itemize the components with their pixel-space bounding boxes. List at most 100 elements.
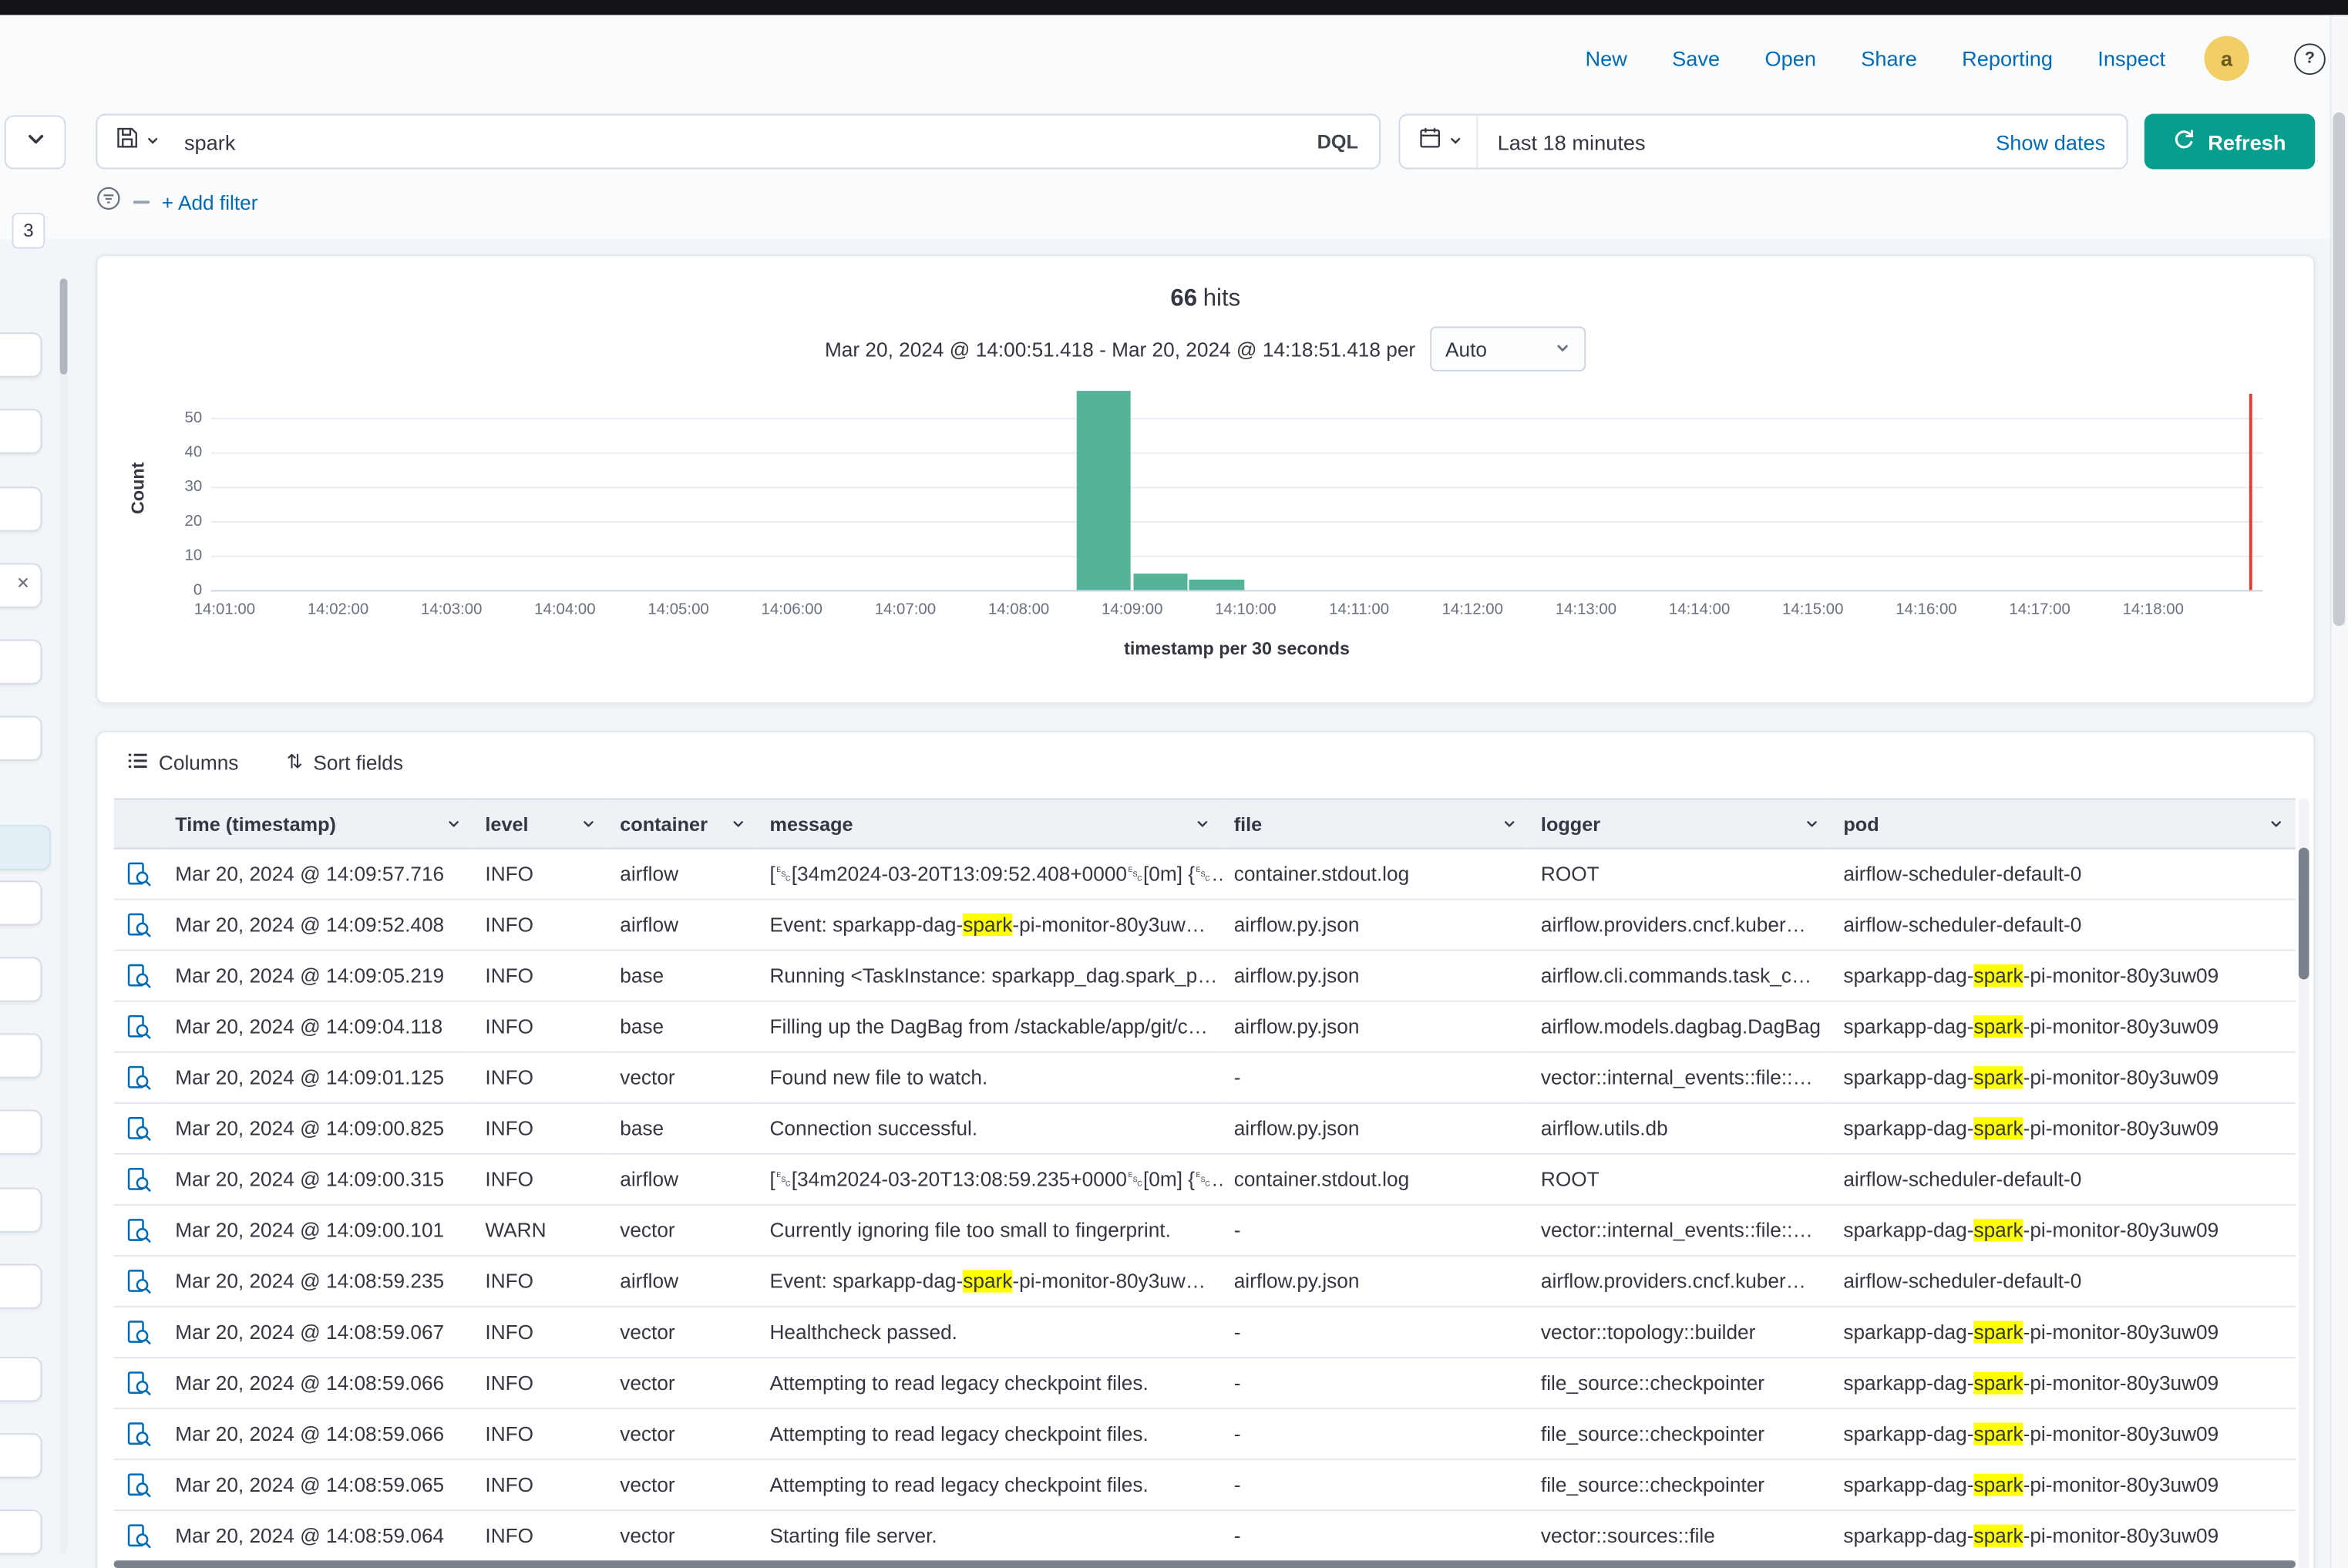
table-row: Mar 20, 2024 @ 14:08:59.066INFOvectorAtt… — [114, 1408, 2296, 1459]
cell-file: - — [1222, 1459, 1529, 1510]
cell-container: vector — [608, 1358, 758, 1408]
sort-fields-button[interactable]: ⇅ Sort fields — [287, 752, 403, 774]
cell-message: Attempting to read legacy checkpoint fil… — [758, 1459, 1222, 1510]
nav-link-share[interactable]: Share — [1861, 46, 1917, 70]
quick-select-time-button[interactable] — [1400, 116, 1478, 168]
sidebar-scrollbar-thumb[interactable] — [60, 278, 68, 374]
table-horizontal-scrollbar[interactable] — [114, 1560, 2296, 1568]
expand-document-icon[interactable] — [126, 861, 151, 887]
cell-time: Mar 20, 2024 @ 14:08:59.065 — [163, 1459, 473, 1510]
filter-icon[interactable] — [96, 186, 121, 219]
expand-document-icon[interactable] — [126, 1014, 151, 1039]
expand-document-icon[interactable] — [126, 1472, 151, 1498]
filter-bar: + Add filter — [96, 186, 257, 219]
x-axis-tick-label: 14:08:00 — [959, 601, 1078, 618]
field-item[interactable]: ✕ — [0, 563, 42, 607]
column-header-file[interactable]: file — [1222, 799, 1529, 848]
query-bar: DQL — [96, 114, 1381, 170]
column-header-message[interactable]: message — [758, 799, 1222, 848]
help-icon[interactable]: ? — [2294, 42, 2326, 74]
nav-link-save[interactable]: Save — [1672, 46, 1720, 70]
field-item[interactable] — [0, 1033, 42, 1078]
field-item-selected[interactable] — [0, 825, 51, 870]
search-input[interactable] — [172, 119, 1296, 163]
cell-logger: ROOT — [1529, 849, 1831, 900]
cell-container: airflow — [608, 849, 758, 900]
expand-document-icon[interactable] — [126, 963, 151, 988]
nav-link-reporting[interactable]: Reporting — [1962, 46, 2053, 70]
column-header-level[interactable]: level — [473, 799, 608, 848]
cell-level: INFO — [473, 1459, 608, 1510]
cell-container: base — [608, 951, 758, 1001]
save-query-icon — [116, 126, 140, 157]
chevron-down-icon — [145, 128, 160, 155]
y-gridline — [211, 453, 2262, 454]
user-avatar[interactable]: a — [2205, 36, 2249, 81]
cell-time: Mar 20, 2024 @ 14:08:59.235 — [163, 1256, 473, 1307]
cell-pod: sparkapp-dag-spark-pi-monitor-80y3uw09 — [1832, 1307, 2296, 1358]
time-range-value[interactable]: Last 18 minutes — [1478, 130, 1975, 153]
field-item[interactable] — [0, 1188, 42, 1233]
expand-document-icon[interactable] — [126, 1166, 151, 1192]
saved-query-menu-button[interactable] — [97, 126, 172, 157]
expand-document-icon[interactable] — [126, 1217, 151, 1243]
field-item[interactable] — [0, 1433, 42, 1478]
filter-divider — [133, 200, 150, 204]
histogram-bar[interactable] — [1189, 580, 1244, 590]
sort-arrows-icon: ⇅ — [287, 752, 303, 774]
cell-logger: airflow.providers.cncf.kuber… — [1529, 1256, 1831, 1307]
query-language-button[interactable]: DQL — [1296, 130, 1379, 153]
field-item[interactable] — [0, 716, 42, 761]
field-item[interactable] — [0, 1110, 42, 1155]
expand-document-icon[interactable] — [126, 1115, 151, 1141]
x-axis-tick-label: 14:03:00 — [392, 601, 511, 618]
expand-document-icon[interactable] — [126, 1065, 151, 1090]
expand-document-icon[interactable] — [126, 1523, 151, 1549]
cell-level: INFO — [473, 951, 608, 1001]
remove-field-icon[interactable]: ✕ — [16, 577, 30, 593]
expand-document-icon[interactable] — [126, 1320, 151, 1345]
expand-document-icon[interactable] — [126, 1422, 151, 1447]
nav-link-open[interactable]: Open — [1764, 46, 1816, 70]
cell-control — [114, 1459, 163, 1510]
expand-document-icon[interactable] — [126, 1268, 151, 1294]
cell-control — [114, 900, 163, 951]
field-item[interactable] — [0, 486, 42, 531]
refresh-button[interactable]: Refresh — [2144, 114, 2315, 170]
x-axis-tick-label: 14:16:00 — [1866, 601, 1986, 618]
field-item[interactable] — [0, 880, 42, 925]
cell-logger: vector::sources::file — [1529, 1510, 1831, 1561]
columns-button[interactable]: Columns — [127, 750, 238, 776]
field-item[interactable] — [0, 1264, 42, 1309]
field-item[interactable] — [0, 1357, 42, 1401]
interval-select[interactable]: Auto — [1431, 327, 1586, 372]
sidebar-collapse-toggle[interactable] — [5, 116, 66, 170]
field-item[interactable] — [0, 1509, 42, 1554]
column-header-container[interactable]: container — [608, 799, 758, 848]
field-item[interactable] — [0, 957, 42, 1001]
field-item[interactable] — [0, 640, 42, 685]
field-item[interactable] — [0, 409, 42, 453]
add-filter-button[interactable]: + Add filter — [162, 191, 258, 214]
nav-link-new[interactable]: New — [1585, 46, 1626, 70]
cell-message: Running <TaskInstance: sparkapp_dag.spar… — [758, 951, 1222, 1001]
cell-file: airflow.py.json — [1222, 1001, 1529, 1052]
nav-link-inspect[interactable]: Inspect — [2097, 46, 2165, 70]
field-item[interactable] — [0, 332, 42, 377]
column-header-pod[interactable]: pod — [1832, 799, 2296, 848]
table-scrollbar-thumb[interactable] — [2299, 848, 2309, 980]
expand-document-icon[interactable] — [126, 912, 151, 937]
refresh-button-label: Refresh — [2208, 130, 2286, 153]
cell-file: - — [1222, 1358, 1529, 1408]
show-dates-button[interactable]: Show dates — [1975, 130, 2127, 153]
cell-container: vector — [608, 1510, 758, 1561]
column-header-logger[interactable]: logger — [1529, 799, 1831, 848]
chevron-down-icon — [1555, 338, 1571, 360]
cell-message: Event: sparkapp-dag-spark-pi-monitor-80y… — [758, 900, 1222, 951]
histogram-bar[interactable] — [1076, 390, 1131, 590]
expand-document-icon[interactable] — [126, 1371, 151, 1396]
histogram-bar[interactable] — [1133, 573, 1188, 590]
cell-container: vector — [608, 1459, 758, 1510]
page-scrollbar-thumb[interactable] — [2333, 113, 2346, 626]
column-header-time-timestamp-[interactable]: Time (timestamp) — [163, 799, 473, 848]
